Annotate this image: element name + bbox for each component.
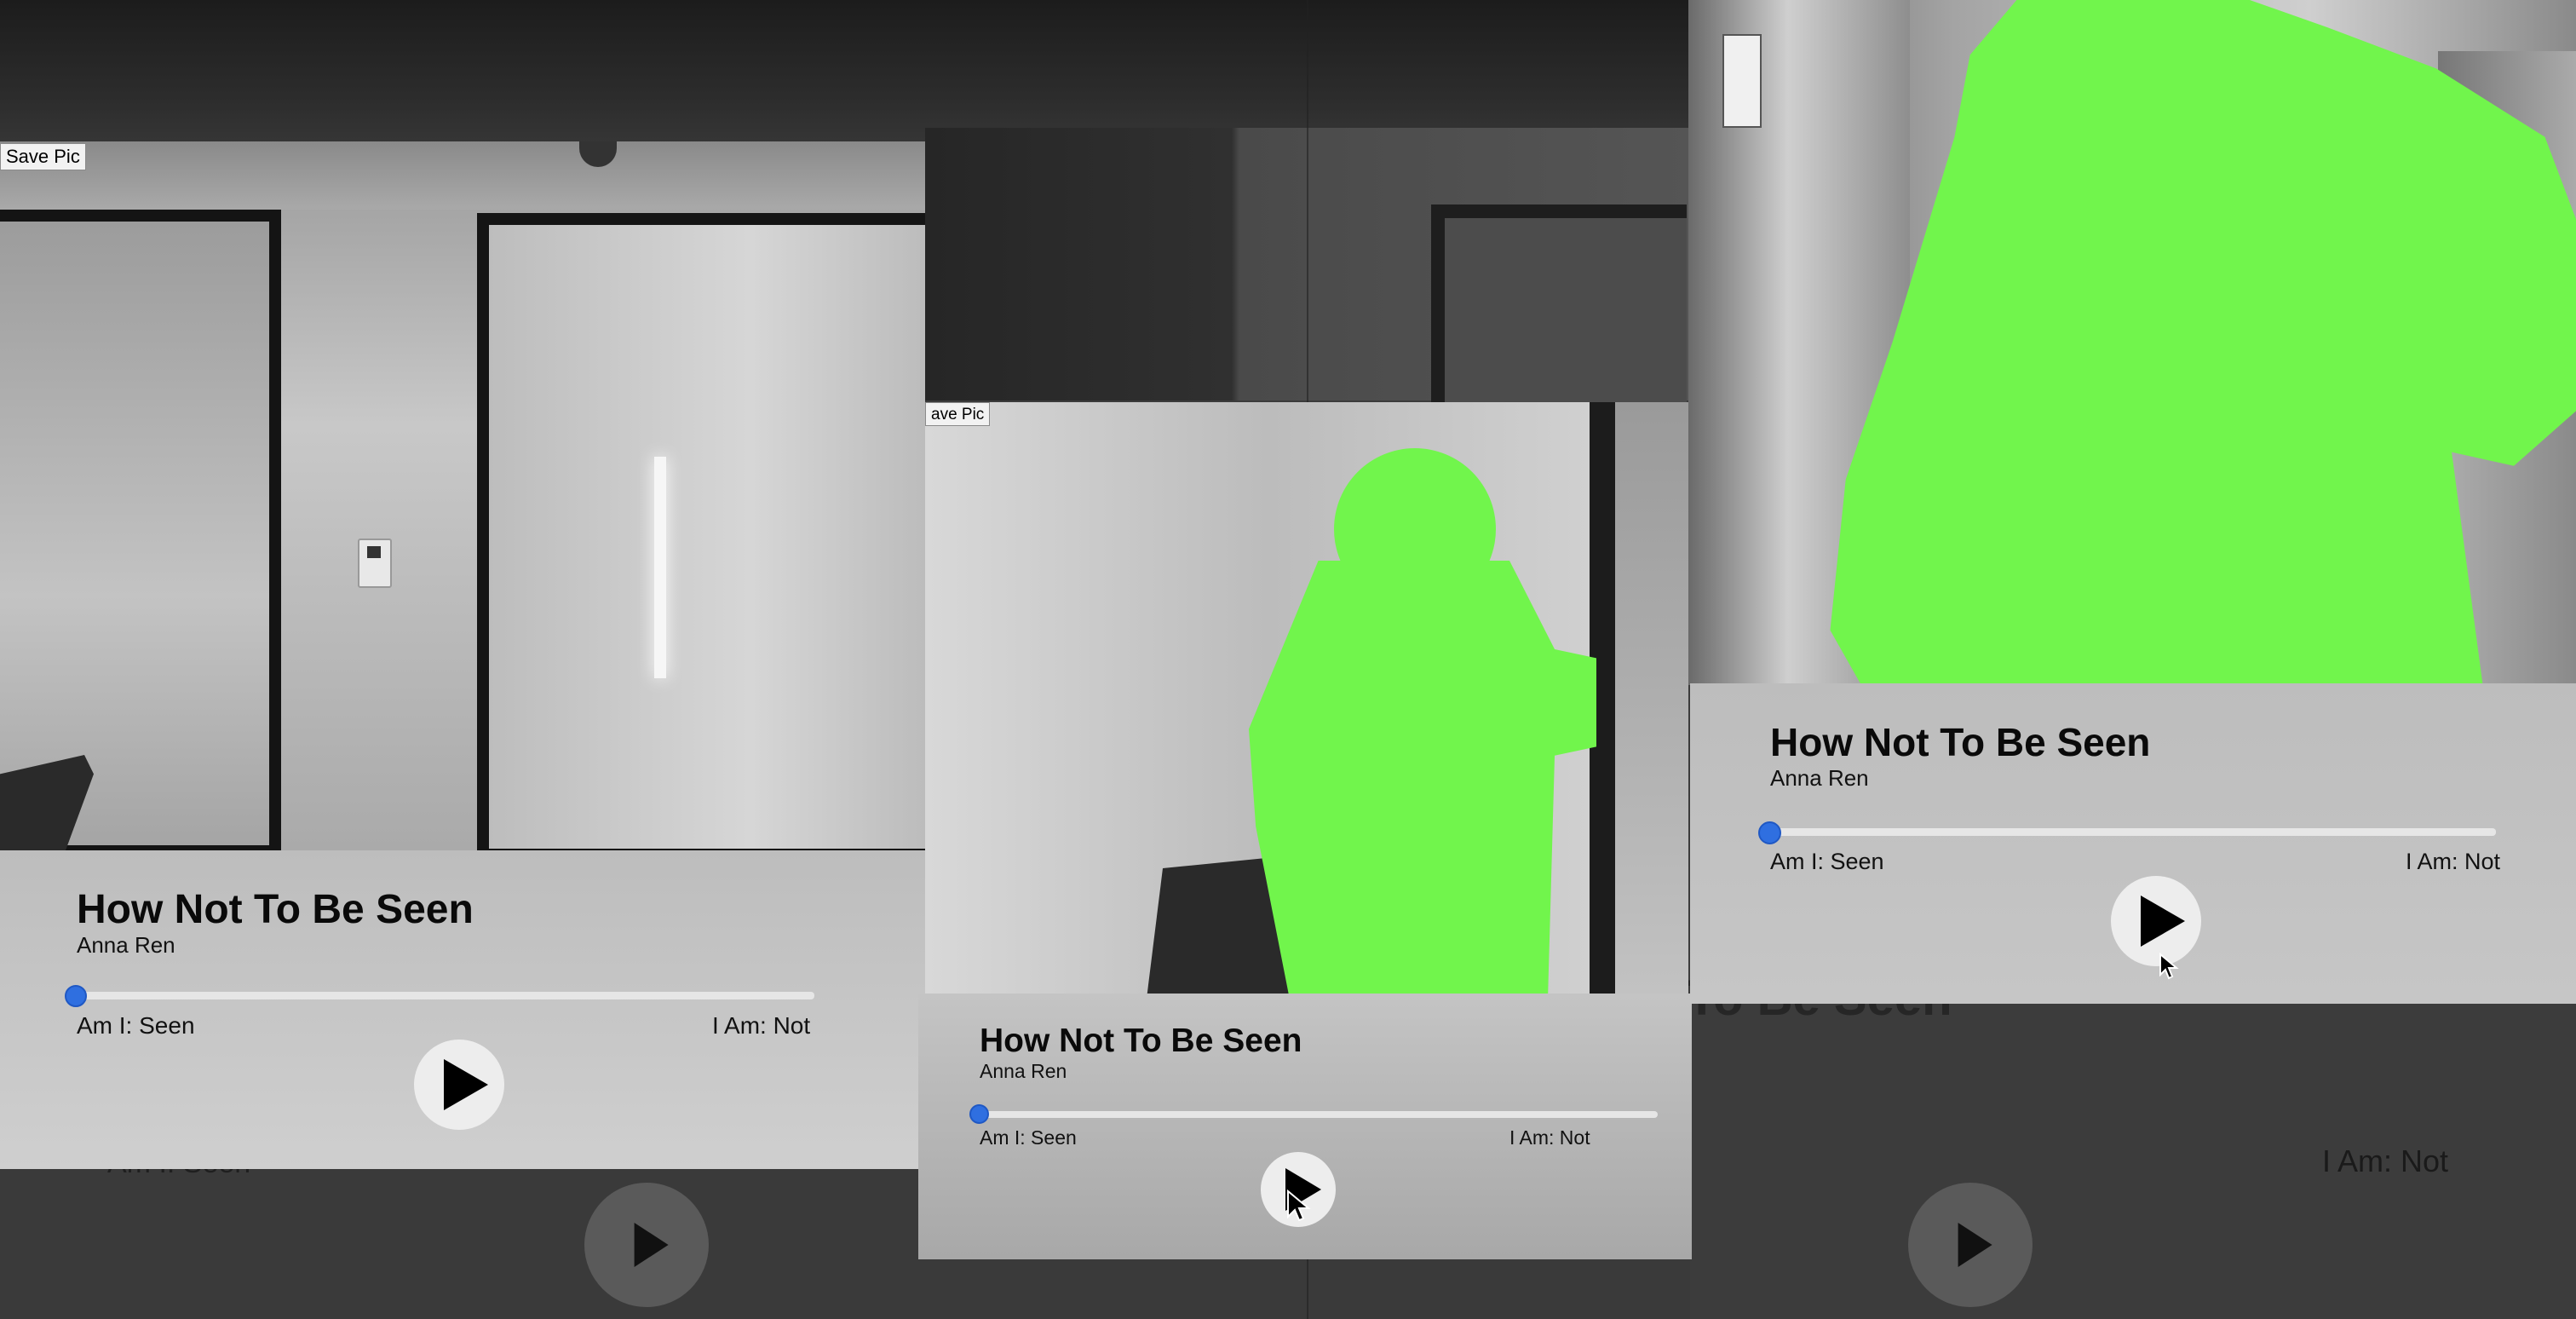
slider-thumb[interactable] [65, 985, 87, 1007]
green-silhouette [1830, 0, 2576, 685]
play-icon [444, 1059, 488, 1110]
player-panel-3: How Not To Be Seen Anna Ren Am I: Seen I… [1690, 683, 2576, 1004]
background-right-label: I Am: Not [2322, 1143, 2449, 1178]
player-panel-2: How Not To Be Seen Anna Ren Am I: Seen I… [918, 994, 1692, 1259]
progress-slider[interactable] [1770, 828, 2496, 836]
right-label: I Am: Not [1509, 1126, 1590, 1149]
mouse-cursor-icon [2159, 952, 2179, 980]
background-play-icon [1908, 1183, 2033, 1307]
slider-thumb[interactable] [1758, 821, 1781, 844]
left-label: Am I: Seen [77, 1012, 195, 1039]
ceiling [0, 141, 925, 210]
song-title: How Not To Be Seen [1770, 720, 2151, 764]
right-label: I Am: Not [712, 1012, 811, 1039]
glass-door-left [0, 210, 281, 850]
play-button[interactable] [2111, 876, 2201, 966]
camera-feed-1 [0, 141, 925, 850]
slider-thumb[interactable] [969, 1104, 989, 1124]
artist-name: Anna Ren [980, 1060, 1067, 1082]
song-title: How Not To Be Seen [77, 887, 474, 932]
artist-name: Anna Ren [1770, 765, 1869, 791]
machine-display [1722, 34, 1762, 128]
camera-feed-2 [925, 402, 1688, 994]
play-button[interactable] [414, 1040, 504, 1130]
background-door [1431, 204, 1687, 409]
progress-slider[interactable] [980, 1111, 1658, 1118]
camera-feed-3 [1688, 0, 2576, 685]
progress-slider[interactable] [77, 992, 814, 999]
light-reflection [654, 457, 666, 678]
left-label: Am I: Seen [1770, 849, 1884, 874]
save-pic-button[interactable]: Save Pic [0, 143, 86, 170]
wall-access-panel [358, 539, 392, 588]
corridor-view [1615, 402, 1688, 994]
song-title: How Not To Be Seen [980, 1022, 1302, 1059]
glass-door-right [477, 213, 925, 850]
background-play-icon [584, 1183, 709, 1307]
player-panel-1: How Not To Be Seen Anna Ren Am I: Seen I… [0, 850, 925, 1169]
save-pic-button[interactable]: ave Pic [925, 402, 991, 426]
play-icon [2141, 896, 2185, 947]
green-silhouette-body [1249, 561, 1596, 994]
artist-name: Anna Ren [77, 932, 175, 958]
left-label: Am I: Seen [980, 1126, 1077, 1149]
mouse-cursor-icon [1287, 1189, 1311, 1222]
right-label: I Am: Not [2406, 849, 2501, 874]
